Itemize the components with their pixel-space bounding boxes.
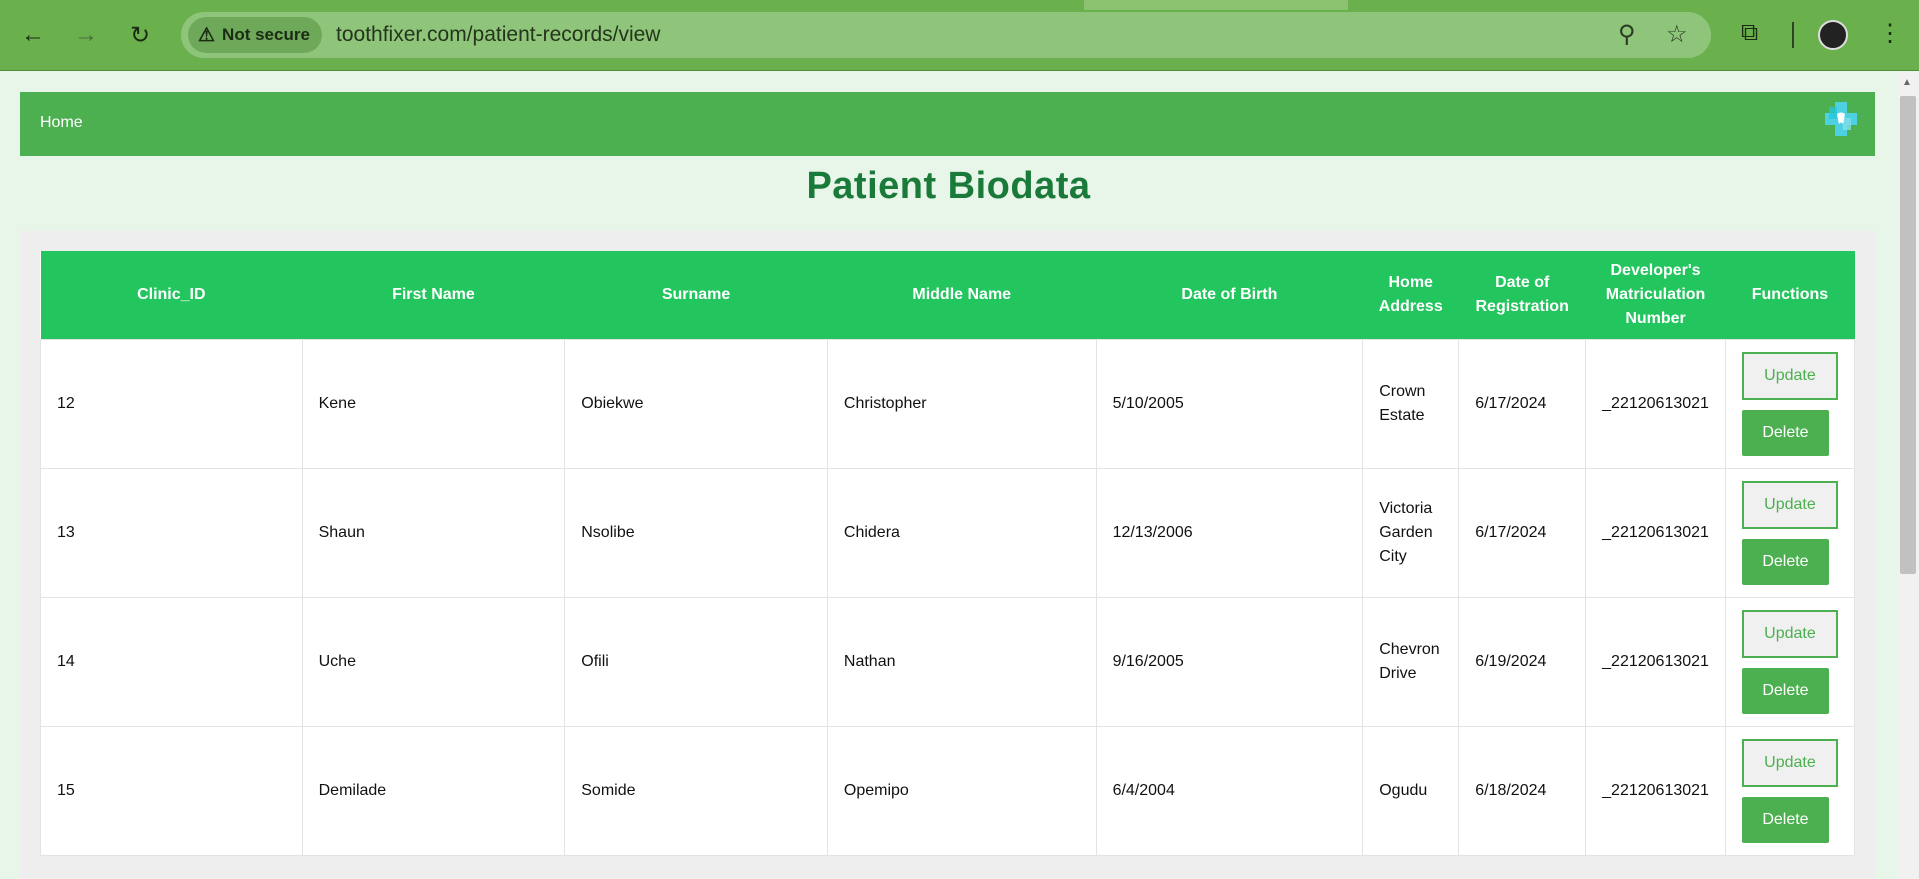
header-first-name: First Name [302,251,565,339]
cell-first-name: Uche [301,596,566,727]
cell-reg-date: 6/17/2024 [1458,338,1587,469]
table-container: Clinic_ID First Name Surname Middle Name… [20,231,1875,879]
page-content: Home Patient Biodata Clinic_ID First Nam… [0,72,1897,879]
cell-functions: Update Delete [1724,467,1856,598]
browser-chrome: ← → ↻ ⚠ Not secure toothfixer.com/patien… [0,0,1919,71]
cell-functions: Update Delete [1724,596,1856,727]
cell-middle-name: Opemipo [826,725,1097,856]
cell-matric: _22120613021 [1585,596,1726,727]
update-button[interactable]: Update [1741,480,1838,529]
cell-reg-date: 6/18/2024 [1458,725,1587,856]
cell-dob: 6/4/2004 [1095,725,1364,856]
scroll-up-arrow-icon[interactable]: ▲ [1902,77,1912,88]
cell-middle-name: Christopher [826,338,1097,469]
table-row: 14 Uche Ofili Nathan 9/16/2005 Chevron D… [40,596,1856,727]
cell-clinic-id: 12 [40,338,303,469]
header-matric-number: Developer's Matriculation Number [1585,251,1726,339]
toolbar-divider [1792,22,1794,48]
header-dob: Date of Birth [1096,251,1363,339]
cell-surname: Nsolibe [564,467,828,598]
cell-clinic-id: 15 [40,725,303,856]
cell-dob: 9/16/2005 [1095,596,1364,727]
extensions-icon[interactable]: ⧉ [1741,19,1758,47]
header-home-address: Home Address [1362,251,1459,339]
delete-button[interactable]: Delete [1741,409,1829,456]
page-title: Patient Biodata [806,165,1091,207]
dental-cross-logo [1825,102,1857,136]
header-clinic-id: Clinic_ID [40,251,303,339]
cell-matric: _22120613021 [1585,338,1726,469]
header-registration-date: Date of Registration [1458,251,1586,339]
cell-middle-name: Chidera [826,467,1097,598]
patient-table: Clinic_ID First Name Surname Middle Name… [40,251,1856,856]
menu-icon[interactable]: ⋮ [1878,19,1902,48]
url-text[interactable]: toothfixer.com/patient-records/view [336,23,660,47]
cell-surname: Somide [564,725,828,856]
cell-matric: _22120613021 [1585,725,1726,856]
delete-button[interactable]: Delete [1741,538,1829,585]
cell-dob: 12/13/2006 [1095,467,1364,598]
cell-clinic-id: 13 [40,467,303,598]
page-scrollbar[interactable]: ▲ [1897,72,1919,879]
cell-address: Ogudu [1362,725,1460,856]
cell-first-name: Shaun [301,467,566,598]
cell-first-name: Kene [301,338,566,469]
cell-surname: Obiekwe [564,338,828,469]
update-button[interactable]: Update [1741,351,1838,400]
scrollbar-thumb[interactable] [1900,96,1916,574]
address-bar[interactable]: ⚠ Not secure toothfixer.com/patient-reco… [181,12,1711,58]
cell-address: Chevron Drive [1362,596,1460,727]
header-surname: Surname [564,251,828,339]
delete-button[interactable]: Delete [1741,796,1829,843]
cell-clinic-id: 14 [40,596,303,727]
cell-address: Victoria Garden City [1362,467,1460,598]
cell-functions: Update Delete [1724,338,1856,469]
cell-matric: _22120613021 [1585,467,1726,598]
zoom-icon[interactable]: ⚲ [1618,20,1636,49]
star-icon[interactable]: ☆ [1666,20,1688,49]
update-button[interactable]: Update [1741,609,1838,658]
security-label: Not secure [222,25,310,44]
reload-icon[interactable]: ↻ [122,17,158,53]
cell-surname: Ofili [564,596,828,727]
warning-icon: ⚠ [198,24,216,46]
table-header-row: Clinic_ID First Name Surname Middle Name… [40,251,1855,339]
table-row: 15 Demilade Somide Opemipo 6/4/2004 Ogud… [40,725,1856,856]
cell-reg-date: 6/17/2024 [1458,467,1587,598]
profile-avatar[interactable] [1818,20,1848,50]
table-row: 13 Shaun Nsolibe Chidera 12/13/2006 Vict… [40,467,1856,598]
security-chip[interactable]: ⚠ Not secure [188,17,322,53]
home-link[interactable]: Home [40,114,83,132]
cell-functions: Update Delete [1724,725,1856,856]
header-middle-name: Middle Name [827,251,1097,339]
delete-button[interactable]: Delete [1741,667,1829,714]
active-tab-indicator [1084,0,1348,10]
header-functions: Functions [1725,251,1855,339]
cell-reg-date: 6/19/2024 [1458,596,1587,727]
cell-address: Crown Estate [1362,338,1460,469]
cell-first-name: Demilade [301,725,566,856]
table-row: 12 Kene Obiekwe Christopher 5/10/2005 Cr… [40,338,1856,469]
update-button[interactable]: Update [1741,738,1838,787]
cell-middle-name: Nathan [826,596,1097,727]
top-navbar: Home [20,92,1875,156]
cell-dob: 5/10/2005 [1095,338,1364,469]
forward-icon[interactable]: → [68,17,104,53]
back-icon[interactable]: ← [15,17,51,53]
